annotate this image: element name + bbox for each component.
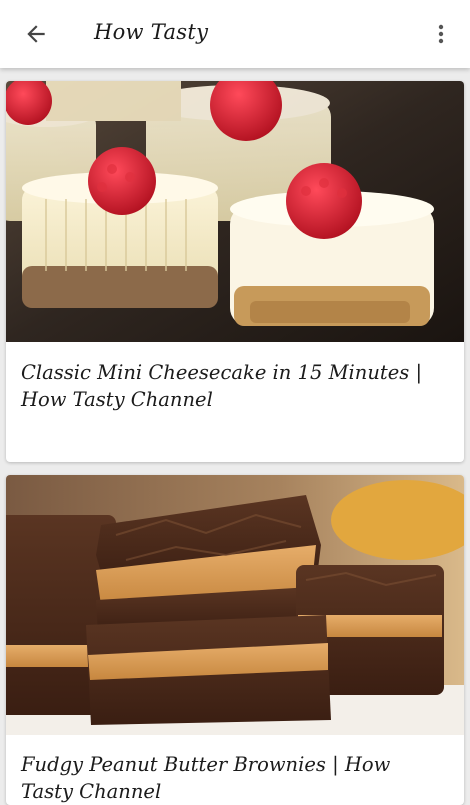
back-button[interactable] [14,16,58,52]
cheesecake-image [6,81,464,342]
brownies-image [6,475,464,735]
app-bar: How Tasty [0,0,470,68]
recipe-title: Fudgy Peanut Butter Brownies | How Tasty… [21,753,391,803]
recipe-card[interactable]: Fudgy Peanut Butter Brownies | How Tasty… [6,475,464,805]
recipe-title: Classic Mini Cheesecake in 15 Minutes | … [21,361,423,411]
more-options-button[interactable] [424,16,458,52]
recipe-card[interactable]: Classic Mini Cheesecake in 15 Minutes | … [6,81,464,462]
arrow-back-icon [27,25,45,43]
more-vert-icon [438,24,444,44]
app-title: How Tasty [94,20,209,44]
